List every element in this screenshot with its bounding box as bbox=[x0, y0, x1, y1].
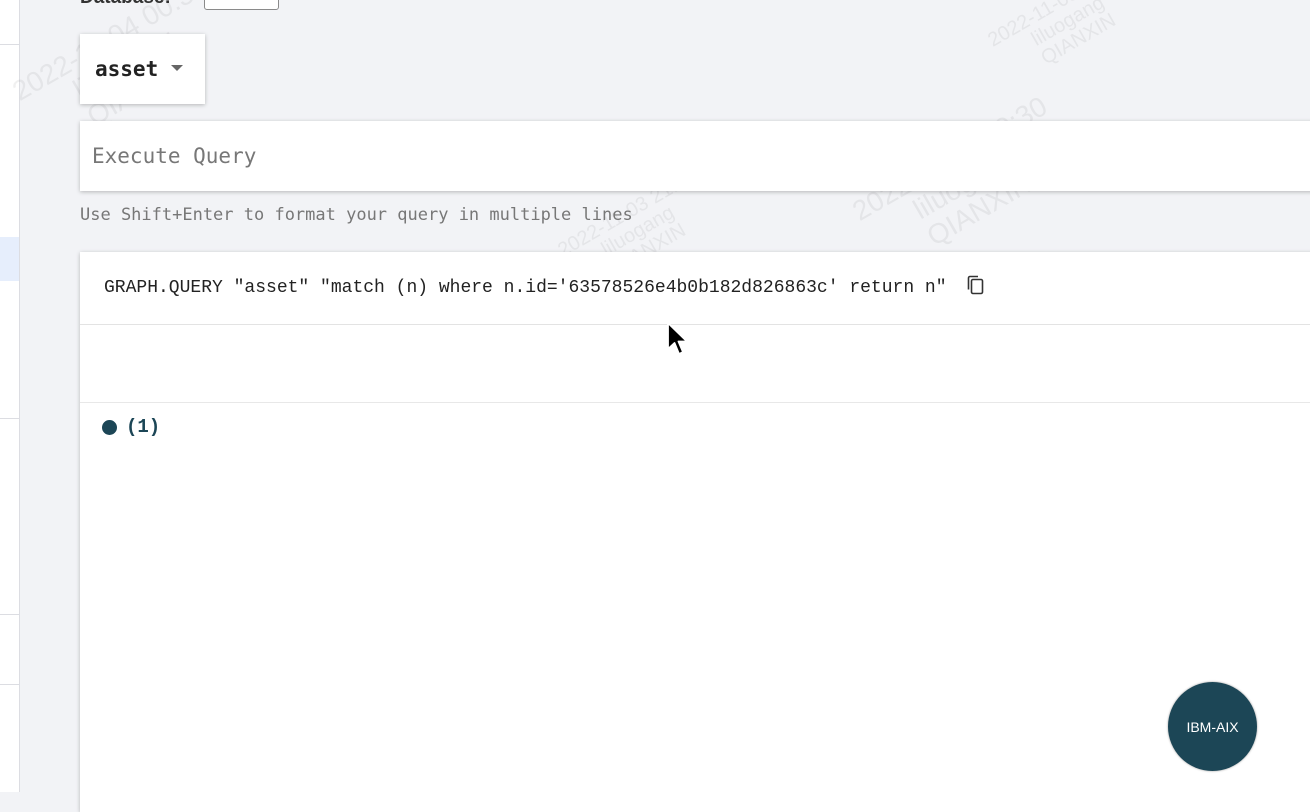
copy-icon[interactable] bbox=[965, 275, 985, 297]
graph-node[interactable]: IBM-AIX bbox=[1168, 682, 1257, 771]
left-sidebar bbox=[0, 0, 20, 792]
query-input[interactable]: Execute Query bbox=[80, 121, 1310, 191]
sidebar-active-item[interactable] bbox=[0, 237, 19, 281]
mouse-cursor-icon bbox=[667, 322, 688, 355]
result-toolbar bbox=[80, 326, 1310, 403]
result-card: GRAPH.QUERY "asset" "match (n) where n.i… bbox=[80, 252, 1310, 812]
database-label: Database: bbox=[80, 0, 171, 9]
caret-down-icon bbox=[171, 65, 184, 71]
sidebar-divider bbox=[0, 614, 19, 615]
watermark: 2022-11-03 21:44liluogangQIANXIN bbox=[984, 0, 1131, 70]
legend-count: (1) bbox=[126, 416, 161, 438]
sidebar-divider bbox=[0, 684, 19, 685]
database-input[interactable] bbox=[204, 0, 279, 10]
sidebar-divider bbox=[0, 44, 19, 45]
executed-query-text: GRAPH.QUERY "asset" "match (n) where n.i… bbox=[104, 278, 947, 298]
result-header: GRAPH.QUERY "asset" "match (n) where n.i… bbox=[80, 252, 1310, 325]
graph-select-dropdown[interactable]: asset bbox=[80, 34, 205, 104]
query-hint: Use Shift+Enter to format your query in … bbox=[80, 205, 633, 225]
sidebar-divider bbox=[0, 418, 19, 419]
node-legend[interactable]: (1) bbox=[102, 416, 160, 438]
legend-dot-icon bbox=[102, 419, 117, 435]
graph-select-value: asset bbox=[95, 57, 159, 81]
graph-node-label: IBM-AIX bbox=[1186, 718, 1239, 735]
